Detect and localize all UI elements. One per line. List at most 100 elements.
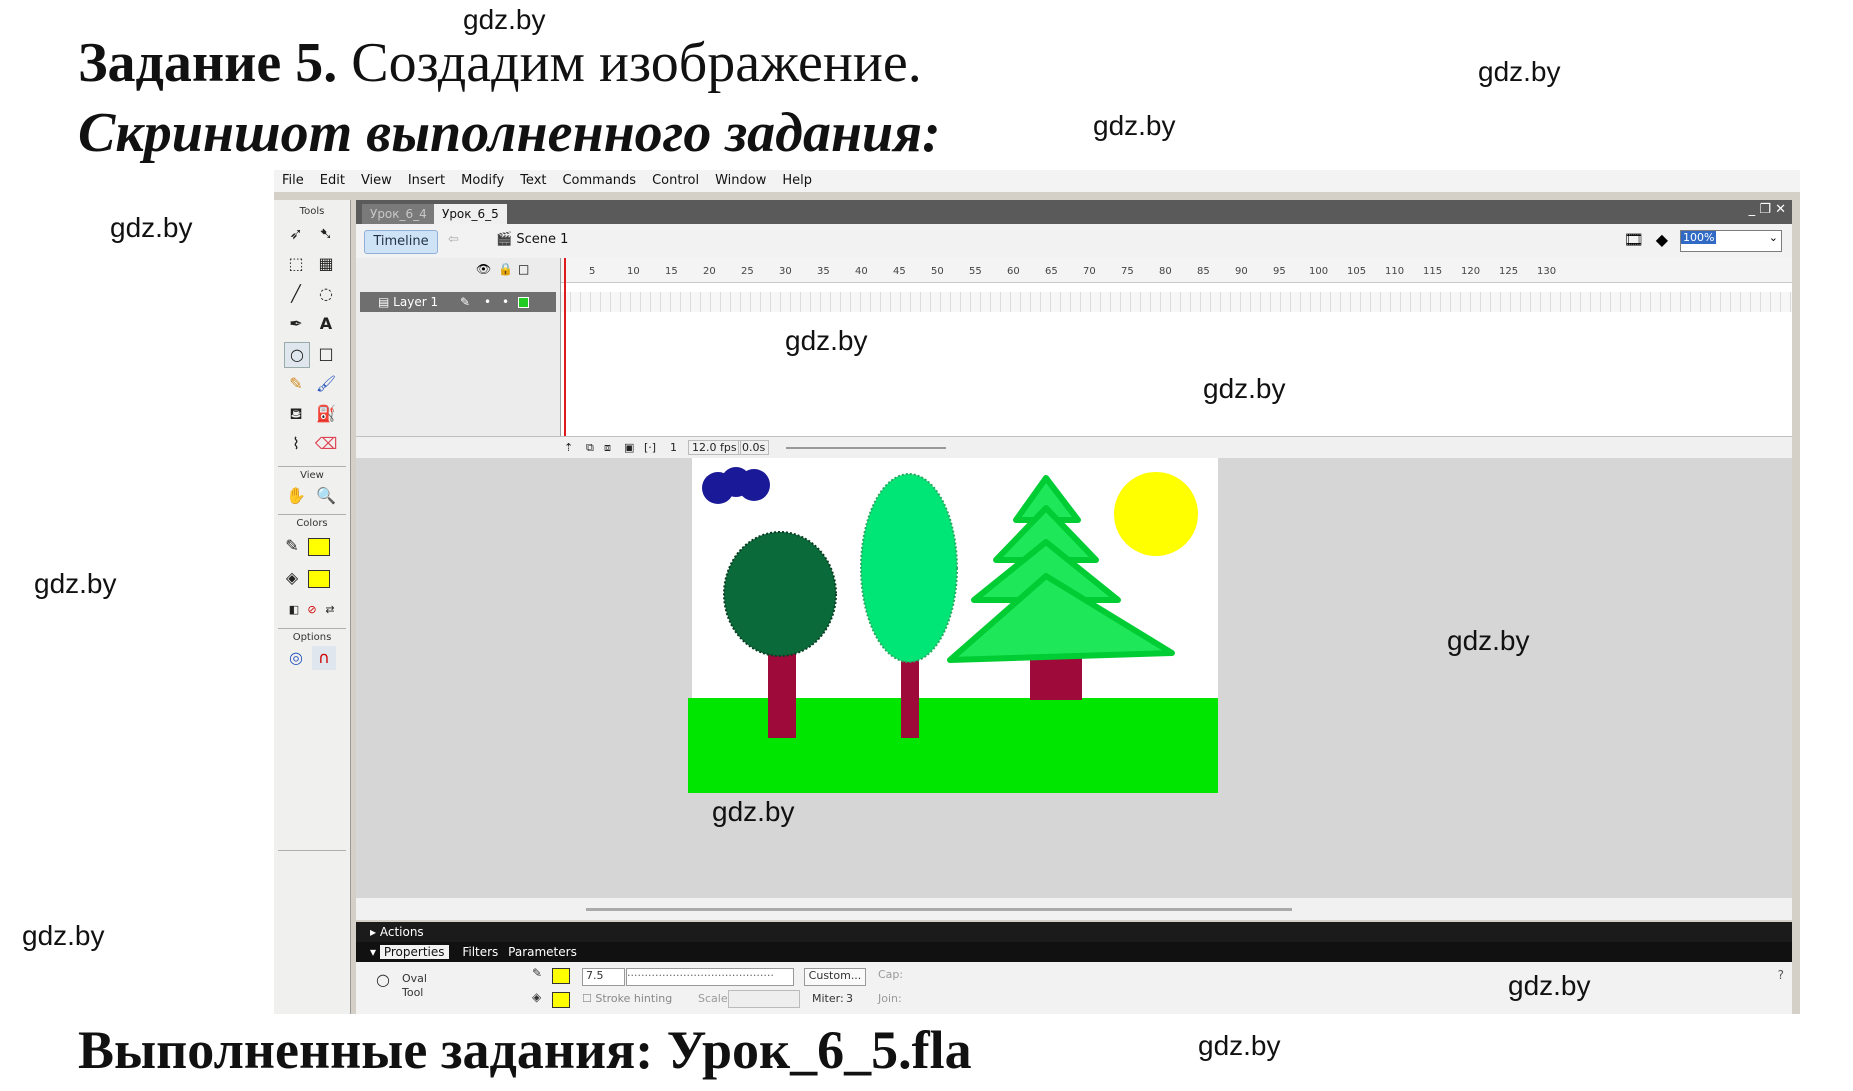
- restore-icon[interactable]: ❐: [1759, 202, 1771, 217]
- menu-commands[interactable]: Commands: [554, 170, 644, 188]
- menu-help[interactable]: Help: [774, 170, 820, 188]
- props-stroke-swatch[interactable]: [552, 968, 570, 984]
- stroke-pencil-icon: ✎: [532, 966, 543, 980]
- menu-view[interactable]: View: [353, 170, 400, 188]
- menu-modify[interactable]: Modify: [453, 170, 512, 188]
- ruler-tick: 60: [1007, 266, 1020, 277]
- collapse-arrow-icon[interactable]: ▾: [356, 945, 380, 959]
- snap-to-objects-icon[interactable]: ∩: [312, 646, 336, 670]
- selection-tool-icon[interactable]: ➶: [284, 222, 308, 246]
- grass[interactable]: [688, 698, 1218, 793]
- layer-row[interactable]: ▤ Layer 1 ✎ • •: [360, 292, 556, 312]
- fir-trunk[interactable]: [1030, 658, 1082, 700]
- visible-dot-icon[interactable]: •: [484, 292, 491, 312]
- oval-tool-icon[interactable]: ○: [284, 342, 310, 368]
- stroke-style-select[interactable]: ········································…: [626, 968, 794, 986]
- stroke-height-input[interactable]: 7.5: [582, 968, 625, 986]
- watermark: gdz.by: [22, 920, 105, 951]
- brush-tool-icon[interactable]: 🖌: [314, 372, 338, 396]
- menu-insert[interactable]: Insert: [400, 170, 453, 188]
- tab-parameters[interactable]: Parameters: [502, 945, 577, 959]
- scene-breadcrumb[interactable]: 🎬 Scene 1: [496, 232, 568, 247]
- actions-panel-header[interactable]: ▸ Actions: [356, 922, 1792, 942]
- light-tree-trunk[interactable]: [901, 658, 919, 738]
- gradient-transform-tool-icon[interactable]: ▦: [314, 252, 338, 276]
- center-frame-icon[interactable]: ⇡: [564, 441, 573, 454]
- custom-button[interactable]: Custom...: [804, 968, 866, 986]
- modify-markers-icon[interactable]: [·]: [644, 441, 656, 454]
- onion-skin-icon[interactable]: ⧉: [586, 441, 594, 455]
- stroke-color-swatch[interactable]: [308, 538, 330, 556]
- line-tool-icon[interactable]: ╱: [284, 282, 308, 306]
- task-title: Задание 5. Создадим изображение.: [78, 28, 922, 98]
- dark-tree-crown[interactable]: [723, 531, 837, 657]
- playhead[interactable]: [564, 258, 566, 458]
- tab-urok-6-4[interactable]: Урок_6_4: [362, 204, 435, 224]
- free-transform-tool-icon[interactable]: ⬚: [284, 252, 308, 276]
- hand-tool-icon[interactable]: ✋: [284, 484, 308, 508]
- fill-color-swatch[interactable]: [308, 570, 330, 588]
- stroke-hinting-checkbox[interactable]: ☐ Stroke hinting: [582, 992, 672, 1005]
- minimize-icon[interactable]: _: [1749, 202, 1756, 217]
- menu-window[interactable]: Window: [707, 170, 774, 188]
- edit-symbols-icon[interactable]: ◆: [1656, 230, 1668, 249]
- dark-tree-trunk[interactable]: [768, 648, 796, 738]
- ruler-tick: 35: [817, 266, 830, 277]
- tab-filters[interactable]: Filters: [452, 945, 498, 959]
- ruler-tick: 110: [1385, 266, 1405, 277]
- pen-tool-icon[interactable]: ✒: [284, 312, 308, 336]
- tab-urok-6-5[interactable]: Урок_6_5: [434, 204, 507, 224]
- current-frame: 1: [670, 441, 677, 454]
- ruler-tick: 100: [1309, 266, 1329, 277]
- menu-text[interactable]: Text: [512, 170, 554, 188]
- timeline-panel: 👁 🔒 □ ▤ Layer 1 ✎ • • 📄 ↯ 📁 🗑 5 10: [356, 258, 1792, 459]
- timeline-button[interactable]: Timeline: [364, 230, 438, 254]
- subselection-tool-icon[interactable]: ➷: [314, 222, 338, 246]
- edit-multiple-icon[interactable]: ▣: [624, 441, 634, 454]
- zoom-select[interactable]: 100% ⌄: [1680, 230, 1782, 252]
- rectangle-tool-icon[interactable]: □: [314, 342, 338, 366]
- pencil-tool-icon[interactable]: ✎: [284, 372, 308, 396]
- light-tree-crown[interactable]: [860, 473, 958, 663]
- swap-colors-icon[interactable]: ⇄: [318, 598, 342, 622]
- lasso-tool-icon[interactable]: ◌: [314, 282, 338, 306]
- zoom-tool-icon[interactable]: 🔍: [314, 484, 338, 508]
- help-icon[interactable]: ?: [1778, 968, 1784, 982]
- layers-panel: 👁 🔒 □ ▤ Layer 1 ✎ • • 📄 ↯ 📁 🗑: [356, 258, 561, 458]
- window-controls: _ ❐ ✕: [1749, 202, 1786, 217]
- menu-edit[interactable]: Edit: [312, 170, 353, 188]
- ruler-tick: 130: [1537, 266, 1557, 277]
- onion-outlines-icon[interactable]: ⧈: [604, 441, 611, 455]
- eraser-tool-icon[interactable]: ⌫: [314, 432, 338, 456]
- ruler-tick: 15: [665, 266, 678, 277]
- watermark: gdz.by: [1093, 110, 1176, 141]
- menu-control[interactable]: Control: [644, 170, 707, 188]
- eyedropper-tool-icon[interactable]: ⌇: [284, 432, 308, 456]
- miter-value[interactable]: 3: [846, 992, 853, 1005]
- object-drawing-icon[interactable]: ◎: [284, 646, 308, 670]
- timeline-scrollbar[interactable]: [786, 447, 946, 449]
- edit-scene-icon[interactable]: 🎞: [1624, 230, 1644, 249]
- ruler-tick: 120: [1461, 266, 1481, 277]
- scale-select[interactable]: [728, 990, 800, 1008]
- props-fill-swatch[interactable]: [552, 992, 570, 1008]
- scrollbar-thumb[interactable]: [586, 908, 1292, 911]
- outline-icon[interactable]: □: [518, 262, 529, 276]
- text-tool-icon[interactable]: A: [314, 312, 338, 336]
- chevron-down-icon: ⌄: [1768, 231, 1778, 244]
- frames-row[interactable]: [561, 292, 1792, 312]
- eye-icon[interactable]: 👁: [476, 262, 491, 276]
- lock-icon[interactable]: 🔒: [498, 262, 513, 276]
- tab-properties[interactable]: Properties: [379, 945, 449, 959]
- lock-dot-icon[interactable]: •: [502, 292, 509, 312]
- task-number: Задание 5.: [78, 32, 338, 94]
- stage-horizontal-scrollbar[interactable]: [356, 898, 1792, 920]
- task-text: Создадим изображение.: [337, 32, 922, 94]
- sun[interactable]: [1114, 472, 1198, 556]
- layer-color-icon[interactable]: [518, 297, 529, 308]
- ink-bottle-tool-icon[interactable]: ⛾: [284, 402, 308, 426]
- menu-file[interactable]: File: [274, 170, 312, 188]
- back-arrow-icon[interactable]: ⇦: [448, 232, 459, 247]
- paint-bucket-tool-icon[interactable]: ⛽: [314, 402, 338, 426]
- close-icon[interactable]: ✕: [1775, 202, 1786, 217]
